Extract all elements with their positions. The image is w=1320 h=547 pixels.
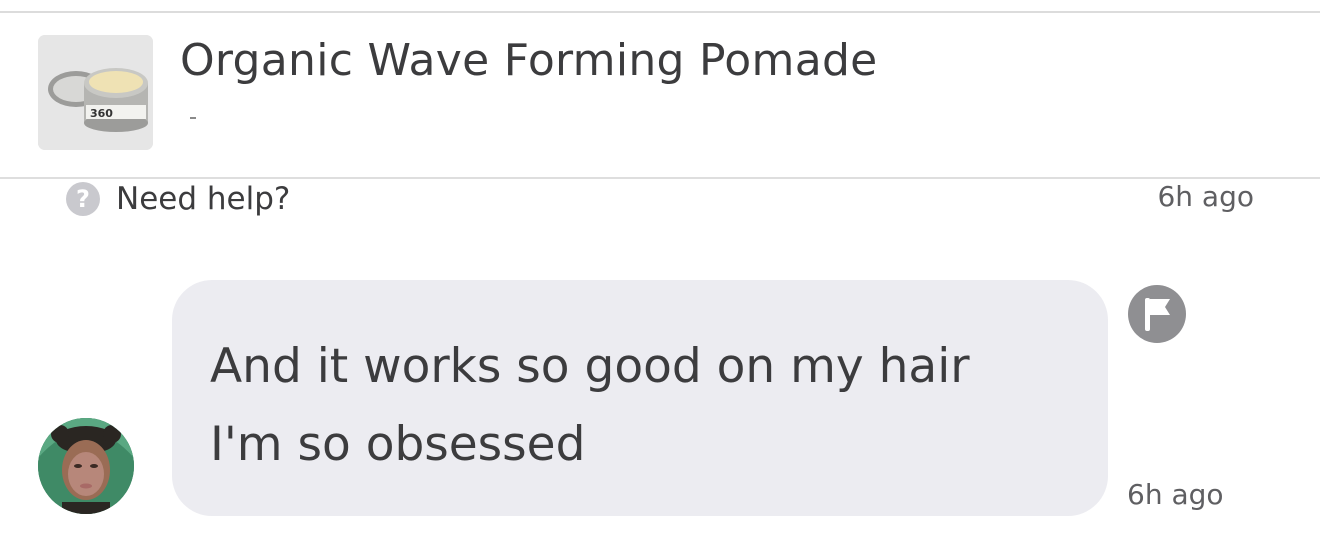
product-title[interactable]: Organic Wave Forming Pomade	[180, 35, 878, 86]
avatar-image	[38, 418, 134, 514]
question-mark-glyph: ?	[76, 185, 90, 213]
message-timestamp: 6h ago	[1127, 478, 1224, 511]
need-help-link[interactable]: ? Need help?	[66, 180, 290, 218]
user-avatar[interactable]	[38, 418, 134, 514]
product-thumbnail[interactable]: 360	[38, 35, 153, 150]
need-help-label: Need help?	[116, 181, 291, 217]
help-timestamp: 6h ago	[1157, 180, 1254, 213]
tin-label: 360	[90, 107, 113, 120]
product-header[interactable]: 360 Organic Wave Forming Pomade	[0, 13, 1320, 179]
product-subtitle-mark	[190, 117, 196, 119]
message-text: And it works so good on my hair I'm so o…	[210, 339, 970, 472]
question-mark-icon: ?	[66, 182, 100, 216]
pomade-tin-image: 360	[38, 35, 153, 150]
flag-icon[interactable]	[1128, 285, 1186, 343]
